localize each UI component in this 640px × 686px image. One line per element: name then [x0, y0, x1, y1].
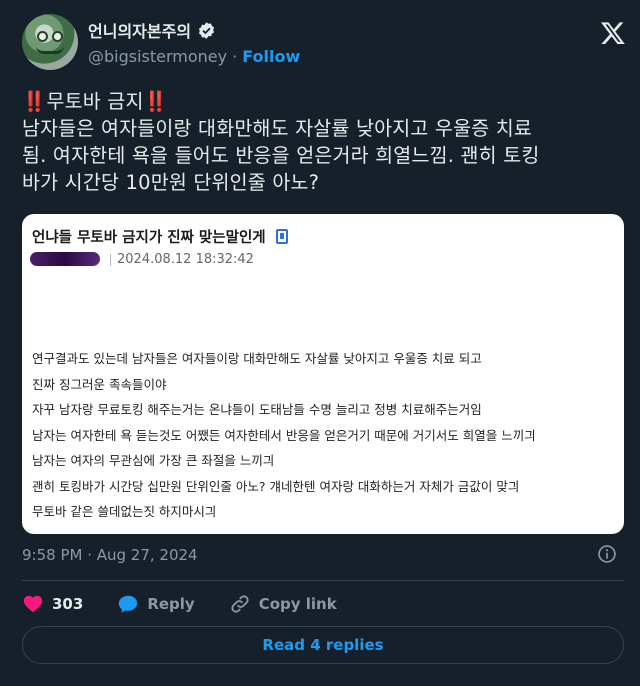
quote-body-line: 연구결과도 있는데 남자들은 여자들이랑 대화만해도 자살률 낮아지고 우울증 …: [32, 351, 482, 366]
double-exclamation-emoji: ‼️: [143, 90, 169, 113]
quote-date: 2024.08.12 18:32:42: [117, 252, 254, 267]
quote-body-line: 무토바 같은 쓸데없는짓 하지마시긔: [32, 504, 217, 519]
double-exclamation-emoji: ‼️: [22, 90, 47, 113]
redacted-author-scribble: [30, 252, 100, 266]
quote-body-line: 남자는 여자한테 욕 듣는것도 어쨌든 여자한테서 반응을 얻은거기 때문에 거…: [32, 427, 536, 443]
user-handle[interactable]: @bigsistermoney: [88, 47, 227, 66]
avatar-eye-right: [52, 31, 63, 42]
like-count: 303: [52, 595, 84, 613]
display-name[interactable]: 언니의자본주의: [88, 18, 191, 42]
tweet-line-4: 바가 시간당 10만원 단위인줄 아노?: [22, 171, 320, 194]
tweet-timestamp[interactable]: 9:58 PM · Aug 27, 2024: [22, 546, 198, 564]
name-row: 언니의자본주의: [88, 18, 216, 42]
avatar-eye-left: [37, 31, 48, 42]
reply-label: Reply: [147, 595, 195, 613]
quote-title: 언냐들 무토바 금지가 진짜 맞는말인게: [32, 230, 266, 246]
reply-bubble-icon: [119, 595, 138, 613]
action-bar: 303 Reply Copy link: [22, 592, 371, 616]
meta-divider: [110, 253, 111, 266]
quote-title-row: 언냐들 무토바 금지가 진짜 맞는말인게: [32, 226, 288, 247]
avatar[interactable]: [22, 14, 78, 70]
quote-body-line: 진짜 징그러운 족속들이야: [32, 376, 167, 392]
copy-link-button[interactable]: Copy link: [229, 593, 337, 615]
quote-body: 연구결과도 있는데 남자들은 여자들이랑 대화만해도 자살률 낮아지고 우울증 …: [32, 346, 617, 525]
read-replies-button[interactable]: Read 4 replies: [22, 626, 624, 664]
heart-icon: [23, 595, 43, 613]
tweet-line-1-text: 무토바 금지: [46, 90, 144, 113]
tweet-line-2: 남자들은 여자들이랑 대화만해도 자살률 낮아지고 우울증 치료: [22, 117, 533, 140]
copy-link-label: Copy link: [258, 595, 337, 613]
tweet-header: 언니의자본주의 @bigsistermoney · Follow: [22, 14, 630, 76]
phone-icon: [275, 229, 288, 244]
reply-button[interactable]: Reply: [117, 593, 195, 615]
like-button[interactable]: 303: [22, 593, 83, 615]
tweet-line-3: 됨. 여자한테 욕을 들어도 반응을 얻은거라 희열느낌. 괜히 토킹: [22, 144, 540, 167]
tweet-line-1: ‼️무토바 금지‼️: [22, 88, 630, 115]
info-icon[interactable]: [597, 544, 617, 564]
quote-body-line: 자꾸 남자랑 무료토킹 해주는거는 온냐들이 도태남들 수명 늘리고 정병 치료…: [32, 402, 482, 417]
quote-body-line: 남자는 여자의 무관심에 가장 큰 좌절을 느끼긔: [32, 453, 275, 468]
avatar-mouth: [36, 46, 64, 54]
tweet-embed-card: 언니의자본주의 @bigsistermoney · Follow ‼️무토바 금…: [4, 0, 636, 686]
tweet-text: ‼️무토바 금지‼️ 남자들은 여자들이랑 대화만해도 자살률 낮아지고 우울증…: [22, 88, 630, 196]
x-logo-icon[interactable]: [600, 20, 626, 46]
handle-row: @bigsistermoney · Follow: [88, 47, 300, 66]
verified-badge-icon: [199, 21, 215, 39]
quote-meta: 2024.08.12 18:32:42: [110, 252, 254, 267]
quote-body-line: 괜히 토킹바가 시간당 십만원 단위인줄 아노? 걔네한텐 여자랑 대화하는거 …: [32, 478, 520, 494]
follow-button[interactable]: Follow: [242, 47, 300, 66]
divider: [22, 580, 624, 581]
separator-dot: ·: [232, 47, 238, 66]
link-icon: [231, 595, 249, 613]
attached-image-screenshot[interactable]: 언냐들 무토바 금지가 진짜 맞는말인게 2024.08.12 18:32:42…: [22, 214, 624, 534]
